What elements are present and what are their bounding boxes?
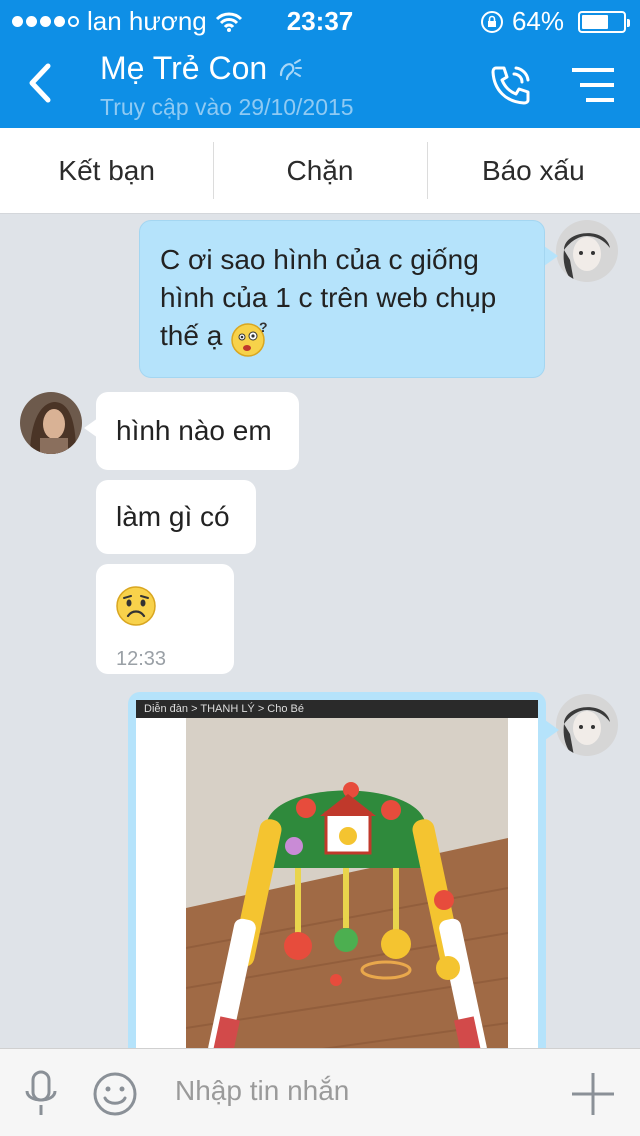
message-text: C ơi sao hình của c giống hình của 1 c t…: [160, 244, 497, 351]
battery-percent: 64%: [511, 6, 564, 36]
phone-icon[interactable]: [488, 62, 534, 108]
my-avatar[interactable]: [556, 694, 618, 756]
message-text: hình nào em: [116, 415, 272, 446]
block-button[interactable]: Chặn: [213, 128, 426, 213]
message-text: làm gì có: [116, 501, 230, 532]
menu-icon[interactable]: [566, 64, 616, 106]
rotation-lock-icon: [480, 10, 503, 33]
action-bar: Kết bạn Chặn Báo xấu: [0, 128, 640, 214]
svg-text:?: ?: [259, 319, 268, 335]
sad-emoji: [116, 586, 156, 626]
sound-icon: [280, 58, 303, 80]
smiley-icon[interactable]: [92, 1071, 138, 1117]
incoming-message[interactable]: 12:33: [96, 564, 234, 674]
my-avatar[interactable]: [556, 220, 618, 282]
mic-icon[interactable]: [24, 1069, 58, 1119]
bubble-tail: [544, 246, 558, 266]
incoming-message[interactable]: hình nào em: [96, 392, 299, 470]
image-message[interactable]: Diễn đàn > THANH LÝ > Cho Bé: [128, 692, 546, 1062]
battery-icon: [578, 10, 630, 33]
back-icon[interactable]: [20, 58, 64, 108]
message-input[interactable]: Nhập tin nhắn: [175, 1075, 349, 1107]
baby-gym-photo: [186, 718, 508, 1062]
contact-avatar[interactable]: [20, 392, 82, 454]
plus-icon[interactable]: [570, 1071, 616, 1117]
status-bar: lan hương 23:37 64%: [0, 0, 640, 40]
outgoing-message[interactable]: C ơi sao hình của c giống hình của 1 c t…: [139, 220, 545, 378]
report-button[interactable]: Báo xấu: [426, 128, 640, 213]
screenshot-image[interactable]: Diễn đàn > THANH LÝ > Cho Bé: [136, 700, 538, 1062]
contact-title[interactable]: Mẹ Trẻ Con: [100, 50, 303, 87]
input-bar: Nhập tin nhắn: [0, 1048, 640, 1136]
confused-emoji: ?: [231, 319, 268, 357]
nav-bar: Mẹ Trẻ Con Truy cập vào 29/10/2015: [0, 40, 640, 128]
incoming-message[interactable]: làm gì có: [96, 480, 256, 554]
image-caption: Diễn đàn > THANH LÝ > Cho Bé: [136, 700, 538, 718]
add-friend-button[interactable]: Kết bạn: [0, 128, 213, 213]
last-seen: Truy cập vào 29/10/2015: [100, 94, 354, 120]
status-right: 64%: [480, 6, 630, 37]
bubble-tail: [545, 720, 559, 740]
message-time: 12:33: [116, 648, 167, 670]
contact-name: Mẹ Trẻ Con: [100, 50, 268, 86]
